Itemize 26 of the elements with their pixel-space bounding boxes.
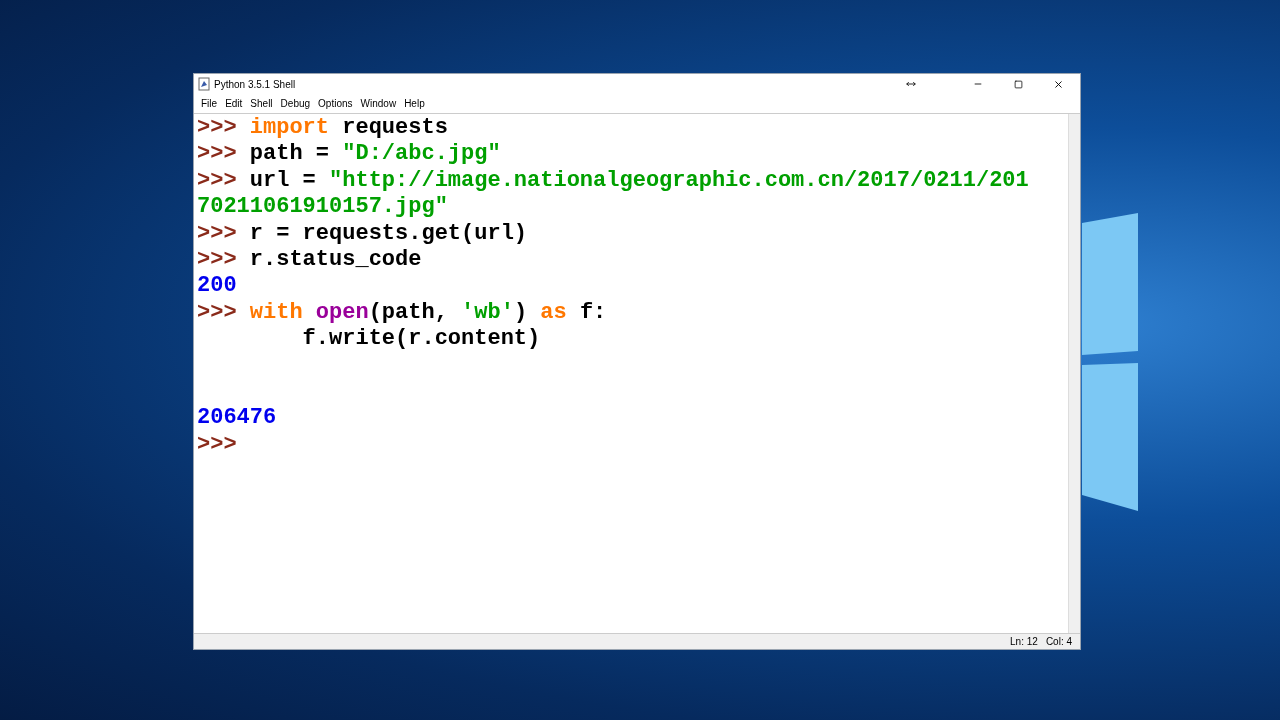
window-title: Python 3.5.1 Shell — [214, 77, 296, 92]
code-line: >>> r = requests.get(url) — [197, 220, 528, 248]
code-line: f.write(r.content) — [301, 326, 541, 353]
line-number: Ln: 12 — [1010, 635, 1038, 649]
menu-item[interactable]: Window — [357, 96, 400, 111]
code-line: 70211061910157.jpg" — [197, 194, 448, 221]
vertical-scrollbar[interactable] — [1068, 114, 1080, 633]
menu-item[interactable]: Options — [315, 96, 356, 111]
menu-item[interactable]: Debug — [277, 96, 314, 111]
menu-item[interactable]: Shell — [247, 96, 276, 111]
code-line: >>> r.status_code — [197, 247, 422, 274]
close-icon — [1052, 78, 1064, 90]
maximize-icon — [1013, 79, 1023, 89]
menu-item[interactable]: File — [198, 96, 221, 111]
code-line: 200 — [197, 273, 237, 300]
menu-item[interactable]: Edit — [222, 96, 246, 111]
code-line: >>> with open(path, 'wb') as f: — [197, 299, 607, 327]
menu-item[interactable]: Help — [401, 96, 428, 111]
code-line: >>> — [197, 431, 238, 459]
column-number: Col: 4 — [1045, 635, 1072, 649]
resize-icon — [906, 79, 916, 89]
code-line: 206476 — [197, 405, 277, 432]
code-line: >>> import requests — [197, 115, 448, 142]
code-line: >>> url = "http://image.nationalgeographic.com.cn/2017/0211/201 — [197, 167, 1029, 195]
python-file-icon — [198, 77, 210, 91]
code-line: >>> path = "D:/abc.jpg" — [197, 141, 501, 168]
